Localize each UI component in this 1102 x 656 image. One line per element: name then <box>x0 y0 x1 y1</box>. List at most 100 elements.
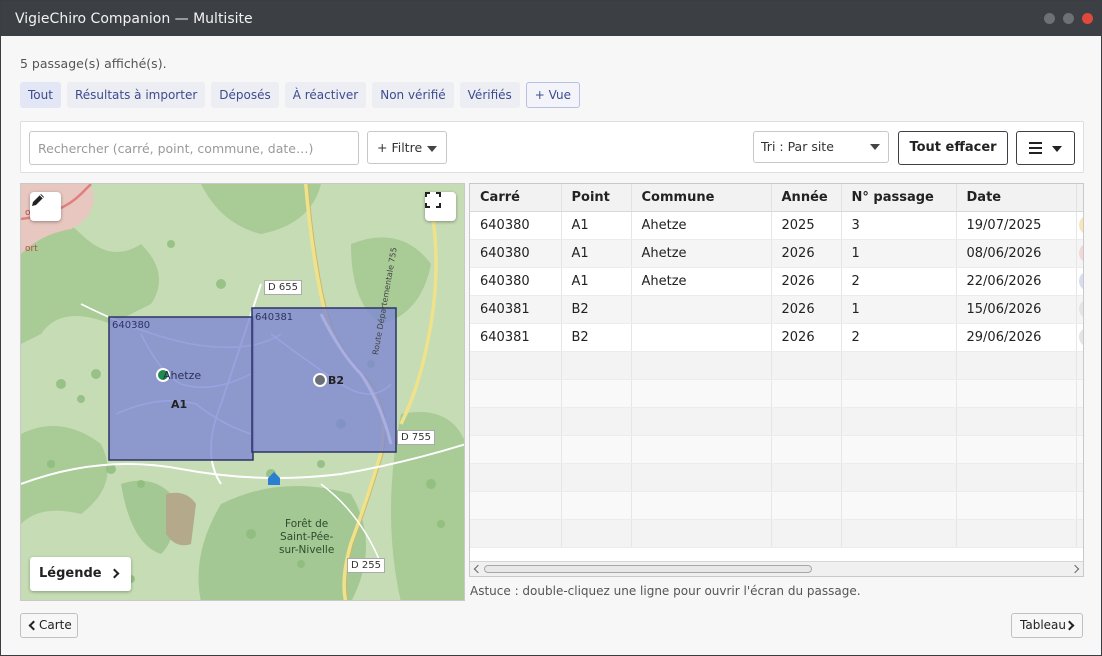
tab-verifies[interactable]: Vérifiés <box>459 82 520 108</box>
tab-deposes[interactable]: Déposés <box>211 82 279 108</box>
status-chip <box>1078 215 1083 235</box>
forest-label-line: Saint-Pée- <box>280 531 334 543</box>
cell-commune: Ahetze <box>631 211 772 240</box>
column-header-carre[interactable]: Carré <box>470 184 562 212</box>
cell-status <box>1076 211 1083 240</box>
cell-status <box>1076 323 1083 352</box>
cell-point: A1 <box>561 267 632 296</box>
tab-tout[interactable]: Tout <box>20 82 61 108</box>
view-tabs: Tout Résultats à importer Déposés À réac… <box>20 82 581 108</box>
cell-commune: Ahetze <box>631 239 772 268</box>
map-view[interactable]: 640380 640381 A1 B2 Ahetze ort ort D 655… <box>20 183 465 601</box>
forest-label-line: Forêt de <box>285 518 329 530</box>
legend-button[interactable]: Légende <box>30 557 131 591</box>
table-row[interactable]: 640380 A1 Ahetze 2026 1 08/06/2026 <box>470 239 1083 268</box>
cell-annee: 2026 <box>771 267 842 296</box>
legend-label: Légende <box>39 566 102 581</box>
scroll-left-icon[interactable] <box>473 564 483 574</box>
empty-row <box>470 407 1083 436</box>
place-label: ort <box>25 244 38 254</box>
window-controls <box>1044 13 1093 24</box>
tab-a-reactiver[interactable]: À réactiver <box>284 82 367 108</box>
caret-down-icon <box>427 146 437 152</box>
edit-map-button[interactable] <box>30 192 61 221</box>
tab-resultats-a-importer[interactable]: Résultats à importer <box>66 82 206 108</box>
column-header-point[interactable]: Point <box>561 184 632 212</box>
column-header-date[interactable]: Date <box>956 184 1077 212</box>
table-header-row: Carré Point Commune Année N° passage Dat… <box>470 184 1083 212</box>
empty-row <box>470 519 1083 548</box>
maximize-button[interactable] <box>1063 13 1074 24</box>
square-label: 640380 <box>112 320 151 331</box>
window-title: VigieChiro Companion — Multisite <box>15 11 253 27</box>
table-nav-label: Tableau <box>1020 618 1066 632</box>
table-row[interactable]: 640380 A1 Ahetze 2026 2 22/06/2026 <box>470 267 1083 296</box>
tab-non-verifie[interactable]: Non vérifié <box>372 82 454 108</box>
map-nav-button[interactable]: Carte <box>20 613 78 638</box>
cell-date: 29/06/2026 <box>956 323 1077 352</box>
hamburger-icon <box>1029 142 1042 157</box>
table-row[interactable]: 640381 B2 2026 2 29/06/2026 <box>470 323 1083 352</box>
horizontal-scrollbar[interactable] <box>470 561 1083 576</box>
chevron-right-icon <box>1064 620 1075 631</box>
cell-status <box>1076 239 1083 268</box>
cell-num-passage: 1 <box>841 295 957 324</box>
cell-point: B2 <box>561 323 632 352</box>
cell-annee: 2026 <box>771 239 842 268</box>
columns-menu-button[interactable] <box>1016 131 1075 165</box>
column-header-annee[interactable]: Année <box>771 184 842 212</box>
cell-carre: 640380 <box>470 211 562 240</box>
fullscreen-button[interactable] <box>425 192 456 221</box>
clear-all-button[interactable]: Tout effacer <box>898 131 1008 165</box>
cell-annee: 2026 <box>771 295 842 324</box>
passages-table: Carré Point Commune Année N° passage Dat… <box>470 184 1083 548</box>
cell-carre: 640380 <box>470 239 562 268</box>
cell-point: A1 <box>561 239 632 268</box>
add-filter-button[interactable]: + Filtre <box>367 131 447 164</box>
status-chip <box>1078 271 1083 291</box>
cell-date: 22/06/2026 <box>956 267 1077 296</box>
empty-row <box>470 351 1083 380</box>
cell-carre: 640380 <box>470 267 562 296</box>
empty-row <box>470 463 1083 492</box>
caret-down-icon <box>870 144 880 150</box>
hint-text: Astuce : double-cliquez une ligne pour o… <box>470 584 861 598</box>
table-row[interactable]: 640380 A1 Ahetze 2025 3 19/07/2025 <box>470 211 1083 240</box>
status-chip <box>1078 243 1083 263</box>
add-view-button[interactable]: + Vue <box>525 82 581 108</box>
close-button[interactable] <box>1082 13 1093 24</box>
road-label: D 755 <box>397 430 435 445</box>
point-label: B2 <box>328 374 345 387</box>
cell-commune <box>631 323 772 352</box>
road-label: D 655 <box>264 280 302 295</box>
empty-row <box>470 435 1083 464</box>
cell-point: A1 <box>561 211 632 240</box>
column-header-status[interactable] <box>1076 184 1083 212</box>
cell-date: 19/07/2025 <box>956 211 1077 240</box>
minimize-button[interactable] <box>1044 13 1055 24</box>
cell-annee: 2026 <box>771 323 842 352</box>
table-nav-button[interactable]: Tableau <box>1011 613 1083 638</box>
title-bar: VigieChiro Companion — Multisite <box>1 1 1101 36</box>
cell-num-passage: 2 <box>841 267 957 296</box>
column-header-commune[interactable]: Commune <box>631 184 772 212</box>
cell-carre: 640381 <box>470 323 562 352</box>
place-label: Ahetze <box>163 369 202 382</box>
cell-num-passage: 1 <box>841 239 957 268</box>
filter-toolbar: + Filtre Tri : Par site Tout effacer <box>20 121 1084 173</box>
scroll-right-icon[interactable] <box>1070 564 1080 574</box>
chevron-right-icon <box>109 568 120 579</box>
empty-row <box>470 491 1083 520</box>
status-chip <box>1078 299 1083 319</box>
table-row[interactable]: 640381 B2 2026 1 15/06/2026 <box>470 295 1083 324</box>
site-point-marker[interactable] <box>313 373 327 387</box>
search-input[interactable] <box>29 131 359 165</box>
cell-point: B2 <box>561 295 632 324</box>
cell-num-passage: 3 <box>841 211 957 240</box>
chevron-left-icon <box>28 620 39 631</box>
square-label: 640381 <box>255 312 294 323</box>
point-label: A1 <box>171 398 188 411</box>
scrollbar-thumb[interactable] <box>484 565 812 573</box>
column-header-num-passage[interactable]: N° passage <box>841 184 957 212</box>
sort-select[interactable]: Tri : Par site <box>753 131 889 163</box>
